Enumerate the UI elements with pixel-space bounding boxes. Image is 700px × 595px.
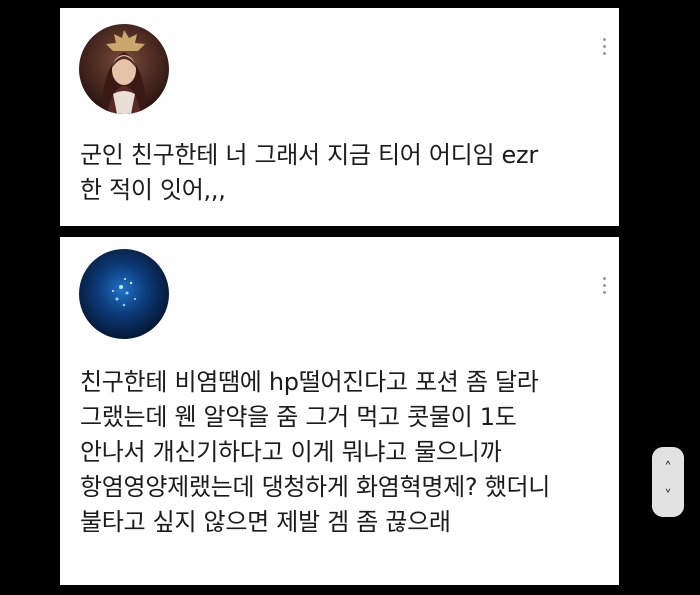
user-avatar[interactable] [79,249,169,339]
post-text-line: 군인 친구한테 너 그래서 지금 티어 어디임 ezr [80,141,538,169]
more-options-icon[interactable] [597,277,611,299]
post-text-line: 안나서 개신기하다고 이게 뭐냐고 물으니까 [80,438,502,466]
scroll-control: ˄ ˅ [652,447,684,517]
post-text: 친구한테 비염땜에 hp떨어진다고 포션 좀 달라 그랬는데 웬 알약을 줌 그… [80,365,599,540]
post-card: 친구한테 비염땜에 hp떨어진다고 포션 좀 달라 그랬는데 웬 알약을 줌 그… [60,237,619,585]
post-card: 군인 친구한테 너 그래서 지금 티어 어디임 ezr 한 적이 잇어,,, [60,8,619,226]
post-text-line: 친구한테 비염땜에 hp떨어진다고 포션 좀 달라 [80,368,539,396]
chevron-up-icon[interactable]: ˄ [652,457,684,479]
user-avatar[interactable] [79,24,169,114]
post-text: 군인 친구한테 너 그래서 지금 티어 어디임 ezr 한 적이 잇어,,, [80,138,599,208]
underwater-light-avatar [79,249,169,339]
post-text-line: 항염영양제랬는데 댕청하게 화염혁명제? 했더니 [80,473,551,501]
post-text-line: 한 적이 잇어,,, [80,176,226,204]
post-text-line: 그랬는데 웬 알약을 줌 그거 먹고 콧물이 1도 [80,403,517,431]
chevron-down-icon[interactable]: ˅ [652,485,684,507]
saint-portrait-avatar [79,24,169,114]
post-text-line: 불타고 싶지 않으면 제발 겜 좀 끊으래 [80,508,451,536]
more-options-icon[interactable] [597,38,611,60]
